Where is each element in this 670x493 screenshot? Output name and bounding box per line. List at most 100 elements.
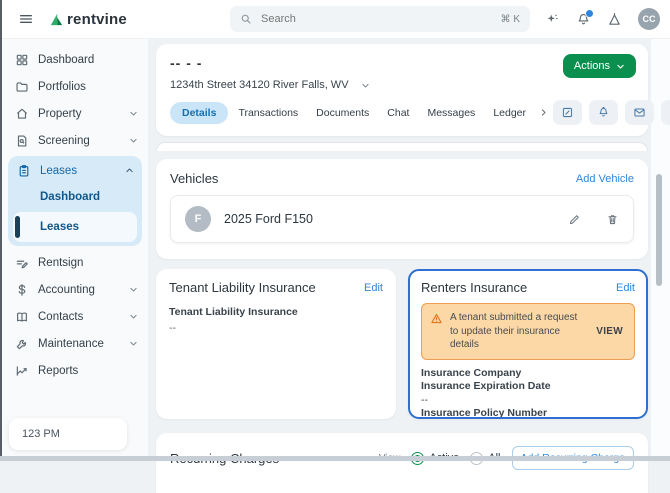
tab-details[interactable]: Details	[170, 102, 228, 124]
active-indicator-bar	[15, 216, 20, 238]
scrolled-card-edge	[156, 142, 648, 151]
sidebar-subitem-label: Leases	[40, 221, 79, 233]
insurance-line: --	[421, 394, 635, 408]
vehicle-row: F 2025 Ford F150	[170, 195, 634, 243]
sidebar-item-rentsign[interactable]: Rentsign	[2, 249, 148, 276]
scrollbar-thumb[interactable]	[656, 174, 662, 286]
vehicle-name: 2025 Ford F150	[224, 212, 313, 226]
recurring-charges-card: Recurring Charges View Active All Add Re…	[156, 433, 648, 493]
window-bottom-edge	[0, 456, 670, 461]
main-area: -- - - Actions 1234th Street 34120 River…	[148, 38, 670, 461]
house-icon	[15, 107, 29, 121]
warning-triangle-icon	[430, 312, 443, 325]
tab-ledger[interactable]: Ledger	[485, 102, 534, 124]
tenant-liability-title: Tenant Liability Insurance	[169, 280, 316, 295]
field-value: --	[169, 322, 383, 334]
sidebar-item-reports[interactable]: Reports	[2, 357, 148, 384]
rentvine-logo-icon	[48, 11, 65, 28]
chevron-up-icon	[125, 166, 134, 175]
sidebar-item-label: Contacts	[38, 311, 83, 323]
actions-button[interactable]: Actions	[563, 54, 636, 78]
sidebar-item-label: Rentsign	[38, 257, 83, 269]
sidebar-item-dashboard[interactable]: Dashboard	[2, 46, 148, 73]
notification-dot	[585, 9, 594, 18]
add-vehicle-link[interactable]: Add Vehicle	[576, 173, 634, 185]
vehicles-card: Vehicles Add Vehicle F 2025 Ford F150	[156, 159, 648, 259]
ai-sparkles-icon[interactable]	[545, 12, 560, 27]
document-search-icon	[15, 134, 29, 148]
sidebar-item-label: Portfolios	[38, 81, 86, 93]
chevron-down-icon	[129, 136, 138, 145]
tab-documents[interactable]: Documents	[308, 102, 377, 124]
renters-insurance-title: Renters Insurance	[421, 280, 527, 295]
watch-button[interactable]	[661, 100, 670, 125]
sidebar-item-label: Reports	[38, 365, 78, 377]
sidebar-item-label: Property	[38, 108, 81, 120]
insurance-line: Insurance Policy Number	[421, 407, 635, 419]
sidebar-item-maintenance[interactable]: Maintenance	[2, 330, 148, 357]
email-button[interactable]	[625, 100, 654, 125]
sidebar-item-property[interactable]: Property	[2, 100, 148, 127]
tab-messages[interactable]: Messages	[419, 102, 483, 124]
search-bar[interactable]: ⌘ K	[230, 6, 530, 32]
search-shortcut: ⌘ K	[501, 14, 520, 25]
bell-icon	[597, 106, 610, 119]
sidebar-subitem-dashboard[interactable]: Dashboard	[8, 184, 142, 210]
sidebar-item-leases[interactable]: Leases	[8, 157, 142, 184]
sidebar-item-label: Accounting	[38, 284, 95, 296]
user-avatar[interactable]: CC	[638, 8, 660, 30]
brand-name: rentvine	[67, 11, 127, 28]
sidebar-item-contacts[interactable]: Contacts	[2, 303, 148, 330]
clipboard-icon	[17, 164, 31, 178]
alerts-button[interactable]	[589, 100, 618, 125]
grid-icon	[15, 53, 29, 67]
chevron-down-icon	[129, 312, 138, 321]
edit-renters-insurance-link[interactable]: Edit	[616, 282, 635, 294]
tab-bar: Details Transactions Documents Chat Mess…	[170, 100, 634, 125]
sidebar-item-portfolios[interactable]: Portfolios	[2, 73, 148, 100]
insurance-line: Insurance Company	[421, 367, 635, 381]
vehicles-title: Vehicles	[170, 171, 218, 186]
rentvine-logo[interactable]: rentvine	[48, 11, 127, 28]
window-left-edge	[0, 0, 2, 461]
more-tabs-chevron-right-icon[interactable]	[539, 108, 548, 117]
view-alert-button[interactable]: VIEW	[596, 326, 623, 337]
announcements-icon[interactable]	[607, 12, 622, 27]
sidebar-subitem-label: Dashboard	[40, 191, 100, 203]
chevron-down-icon	[129, 285, 138, 294]
sidebar-subitem-leases-active[interactable]: Leases	[13, 212, 137, 242]
edit-tenant-liability-link[interactable]: Edit	[364, 282, 383, 294]
sidebar-item-label: Screening	[38, 135, 90, 147]
sidebar-item-accounting[interactable]: Accounting	[2, 276, 148, 303]
chevron-down-icon	[129, 339, 138, 348]
clock-widget: 123 PM	[9, 418, 127, 450]
chevron-down-icon[interactable]	[361, 81, 370, 90]
note-edit-icon	[561, 106, 574, 119]
wrench-icon	[15, 337, 29, 351]
sidebar: Dashboard Portfolios Property Screening …	[2, 38, 148, 456]
chevron-down-icon	[616, 62, 625, 71]
sidebar-item-screening[interactable]: Screening	[2, 127, 148, 154]
sidebar-item-label: Dashboard	[38, 54, 94, 66]
chart-icon	[15, 364, 29, 378]
note-edit-button[interactable]	[553, 100, 582, 125]
property-address: 1234th Street 34120 River Falls, WV	[170, 79, 349, 91]
insurance-update-alert: A tenant submitted a request to update t…	[421, 303, 635, 360]
field-label: Tenant Liability Insurance	[169, 306, 383, 318]
chevron-down-icon	[129, 109, 138, 118]
alert-message: A tenant submitted a request to update t…	[450, 311, 586, 352]
search-input[interactable]	[259, 12, 494, 26]
tab-chat[interactable]: Chat	[379, 102, 417, 124]
sidebar-item-label: Maintenance	[38, 338, 104, 350]
envelope-icon	[633, 106, 646, 119]
actions-button-label: Actions	[574, 60, 610, 72]
notifications-bell-icon[interactable]	[576, 12, 591, 27]
search-icon	[240, 13, 252, 25]
tab-transactions[interactable]: Transactions	[230, 102, 306, 124]
signature-icon	[15, 256, 29, 270]
book-icon	[15, 310, 29, 324]
insurance-line: Insurance Expiration Date	[421, 380, 635, 394]
menu-icon[interactable]	[18, 11, 34, 27]
delete-vehicle-icon[interactable]	[606, 213, 619, 226]
edit-vehicle-icon[interactable]	[568, 213, 581, 226]
